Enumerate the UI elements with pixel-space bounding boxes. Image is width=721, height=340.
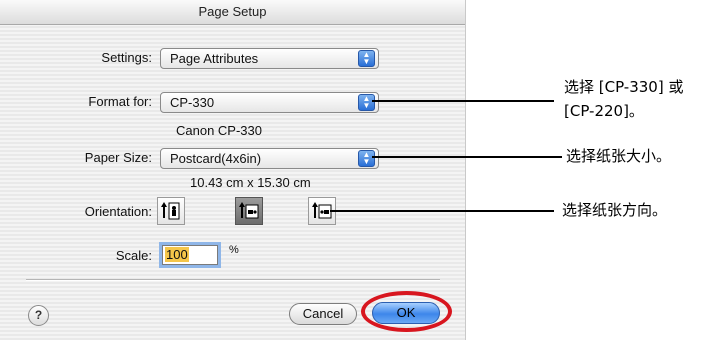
- landscape-left-icon: [239, 202, 259, 219]
- format-callout-line1: 选择 [CP-330] 或: [564, 78, 684, 96]
- settings-value: Page Attributes: [170, 51, 259, 66]
- orientation-portrait-button[interactable]: [157, 197, 185, 225]
- popup-arrows-icon: ▲ ▼: [358, 94, 375, 111]
- format-callout-line: [372, 100, 554, 102]
- orientation-label: Orientation:: [84, 204, 152, 219]
- ok-highlight-ring: [361, 291, 452, 332]
- help-button[interactable]: ?: [28, 305, 49, 326]
- scale-value: 100: [165, 247, 189, 262]
- orientation-callout-line: [330, 210, 554, 212]
- divider: [26, 279, 440, 281]
- settings-label: Settings:: [101, 50, 152, 65]
- format-callout-line2: [CP-220]。: [564, 102, 644, 120]
- format-for-label: Format for:: [88, 94, 152, 109]
- paper-dimensions: 10.43 cm x 15.30 cm: [190, 175, 311, 190]
- portrait-icon: [161, 202, 180, 220]
- page-setup-dialog: Page Setup Settings: Page Attributes ▲ ▼ …: [0, 0, 466, 340]
- popup-arrows-icon: ▲ ▼: [358, 50, 375, 67]
- paper-callout-line: [372, 156, 562, 158]
- scale-input[interactable]: 100: [162, 245, 218, 265]
- paper-callout: 选择纸张大小。: [566, 147, 672, 165]
- orientation-landscape-left-button[interactable]: [235, 197, 263, 225]
- popup-arrows-icon: ▲ ▼: [358, 150, 375, 167]
- format-for-value: CP-330: [170, 95, 215, 110]
- window-title: Page Setup: [0, 0, 465, 25]
- orientation-callout: 选择纸张方向。: [562, 201, 668, 219]
- settings-popup[interactable]: Page Attributes ▲ ▼: [160, 48, 379, 69]
- cancel-button[interactable]: Cancel: [289, 303, 357, 325]
- printer-name: Canon CP-330: [176, 123, 262, 138]
- paper-size-label: Paper Size:: [84, 150, 152, 165]
- scale-unit: %: [229, 244, 239, 256]
- paper-size-popup[interactable]: Postcard(4x6in) ▲ ▼: [160, 148, 379, 169]
- paper-size-value: Postcard(4x6in): [170, 151, 262, 166]
- scale-label: Scale:: [115, 248, 152, 263]
- format-for-popup[interactable]: CP-330 ▲ ▼: [160, 92, 379, 113]
